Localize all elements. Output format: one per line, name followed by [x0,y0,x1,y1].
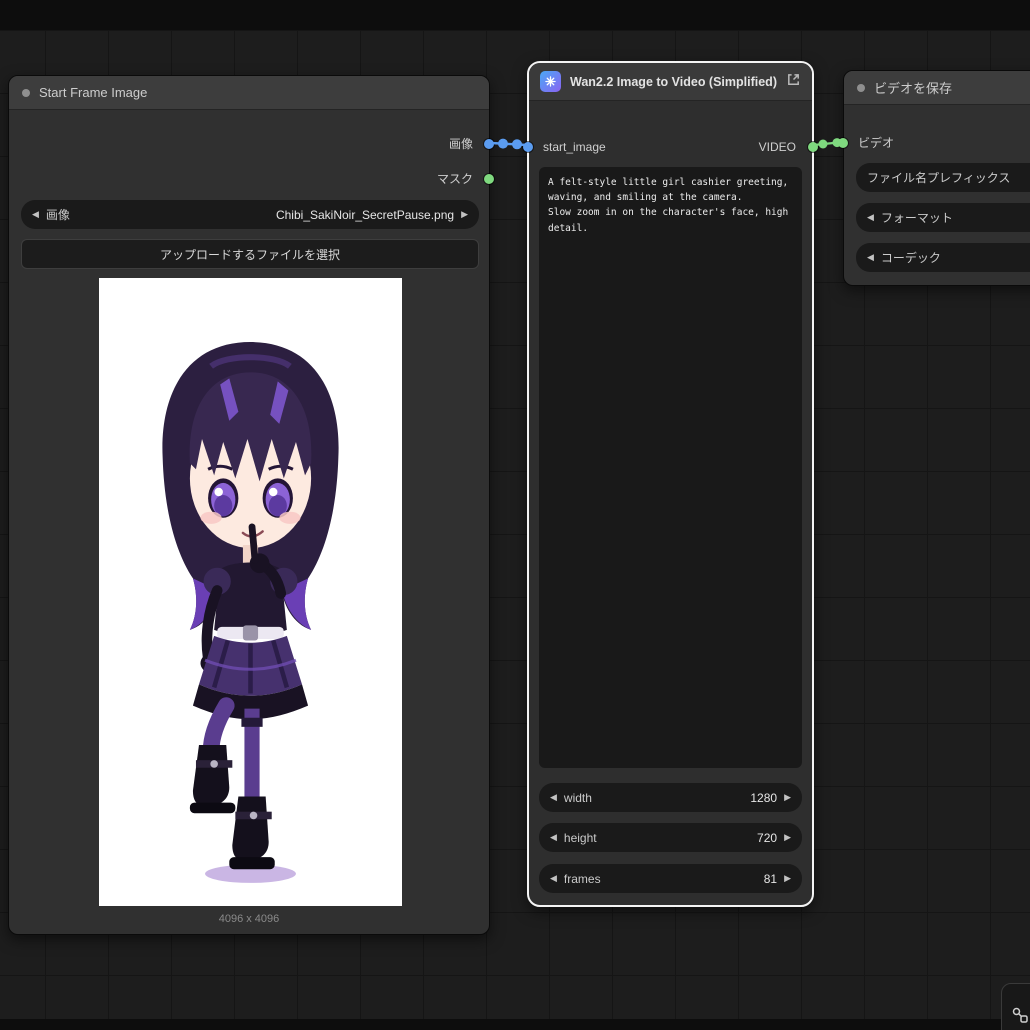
image-combo-widget[interactable]: ◀ 画像 Chibi_SakiNoir_SecretPause.png ▶ [21,200,479,229]
combo-value: Chibi_SakiNoir_SecretPause.png [275,207,455,222]
input-slot-start-image-dot[interactable] [523,142,533,152]
frames-value: 81 [763,871,778,886]
image-preview [99,278,402,906]
width-label: width [563,790,592,805]
format-widget[interactable]: ◀ フォーマット [856,203,1030,232]
upload-file-button[interactable]: アップロードするファイルを選択 [21,239,479,269]
input-slot-video-dot[interactable] [838,138,848,148]
node-header[interactable]: Wan2.2 Image to Video (Simplified) [529,63,812,101]
frames-label: frames [563,871,601,886]
height-decrement-arrow-icon[interactable]: ◀ [550,832,557,843]
node-header[interactable]: Start Frame Image [9,76,489,110]
output-label-mask: マスク [436,172,473,186]
node-header[interactable]: ビデオを保存 [844,71,1030,105]
node-title: Wan2.2 Image to Video (Simplified) [570,74,777,89]
expand-icon[interactable] [786,72,801,92]
codec-label: コーデック [880,251,941,265]
node-status-dot[interactable] [22,88,30,97]
node-save-video[interactable]: ビデオを保存 ビデオ ファイル名プレフィックス ◀ フォーマット ◀ コーデック [838,70,1030,286]
filename-prefix-label: ファイル名プレフィックス [867,171,1011,185]
top-bar [0,0,1030,30]
output-slot-video-dot[interactable] [808,142,818,152]
workflow-icon [1012,1007,1028,1023]
frames-increment-arrow-icon[interactable]: ▶ [784,873,791,884]
height-value: 720 [757,830,778,845]
input-label-start-image: start_image [543,140,606,154]
combo-label: 画像 [45,208,70,222]
format-label: フォーマット [880,211,953,225]
node-title: Start Frame Image [39,85,148,100]
height-widget[interactable]: ◀ height 720 ▶ [539,823,802,852]
node-pack-icon [540,71,561,92]
output-label-video: VIDEO [758,140,796,154]
prompt-textarea[interactable]: A felt-style little girl cashier greetin… [539,167,802,768]
node-start-frame-image[interactable]: Start Frame Image 画像 マスク ◀ 画像 Chibi_Saki… [8,75,494,935]
codec-widget[interactable]: ◀ コーデック [856,243,1030,272]
chibi-character-illustration [99,278,402,906]
node-status-dot[interactable] [857,83,865,92]
frames-widget[interactable]: ◀ frames 81 ▶ [539,864,802,893]
filename-prefix-widget[interactable]: ファイル名プレフィックス [856,163,1030,192]
width-widget[interactable]: ◀ width 1280 ▶ [539,783,802,812]
width-decrement-arrow-icon[interactable]: ◀ [550,792,557,803]
node-wan22-image-to-video[interactable]: Wan2.2 Image to Video (Simplified) start… [523,61,818,907]
frames-decrement-arrow-icon[interactable]: ◀ [550,873,557,884]
node-canvas[interactable]: Start Frame Image 画像 マスク ◀ 画像 Chibi_Saki… [0,0,1030,1030]
output-slot-image-dot[interactable] [484,139,494,149]
input-label-video: ビデオ [858,136,895,150]
height-label: height [563,830,597,845]
output-slot-mask-dot[interactable] [484,174,494,184]
format-prev-arrow-icon[interactable]: ◀ [867,212,874,223]
bottom-bar [0,1019,1030,1030]
node-title: ビデオを保存 [874,81,953,96]
codec-prev-arrow-icon[interactable]: ◀ [867,252,874,263]
combo-prev-arrow-icon[interactable]: ◀ [32,209,39,220]
width-value: 1280 [750,790,778,805]
bottom-right-panel[interactable] [1001,983,1030,1030]
combo-next-arrow-icon[interactable]: ▶ [461,209,468,220]
image-resolution-caption: 4096 x 4096 [218,913,280,925]
output-label-image: 画像 [448,137,473,151]
width-increment-arrow-icon[interactable]: ▶ [784,792,791,803]
height-increment-arrow-icon[interactable]: ▶ [784,832,791,843]
